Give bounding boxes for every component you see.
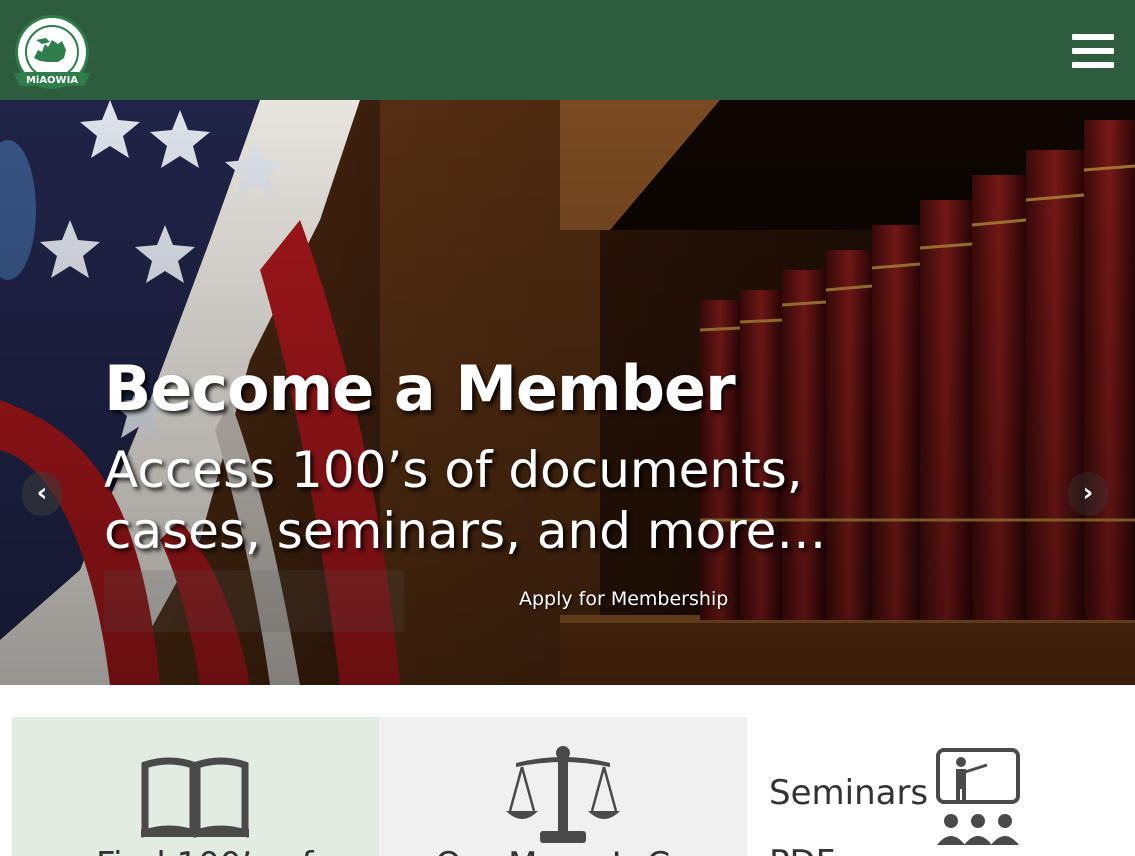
feature-box-documents[interactable]: Find 100’s of [12,717,379,856]
chevron-right-icon: › [1082,478,1094,508]
open-book-icon [141,757,249,838]
feature-label-members: Our Mega Jr C [435,845,670,856]
feature-label-seminars: Seminars [769,773,929,813]
feature-box-members[interactable]: Our Mega Jr C [379,717,747,856]
logo-emblem: MiAOWIA [14,15,90,89]
hero-cta-backdrop [104,570,404,632]
chevron-left-icon: ‹ [36,478,48,508]
hero-subtitle: Access 100’s of documents, cases, semina… [104,441,827,560]
site-logo[interactable]: MiAOWIA [12,14,94,96]
feature-label-documents: Find 100’s of [96,845,313,856]
apply-membership-link[interactable]: Apply for Membership [519,588,728,610]
scales-of-justice-icon [506,746,620,843]
feature-box-seminars[interactable]: Seminars PDF [747,717,1123,856]
hero-slider: Become a Member Access 100’s of document… [0,100,1135,685]
presentation-icon [936,748,1020,845]
slider-prev-button[interactable]: ‹ [22,472,62,516]
feature-sublabel-pdf: PDF [769,843,835,856]
logo-text: MiAOWIA [26,75,78,86]
hero-title: Become a Member [104,352,736,425]
hamburger-icon[interactable] [1072,32,1116,70]
slider-next-button[interactable]: › [1068,472,1108,516]
site-header: MiAOWIA [0,0,1135,100]
